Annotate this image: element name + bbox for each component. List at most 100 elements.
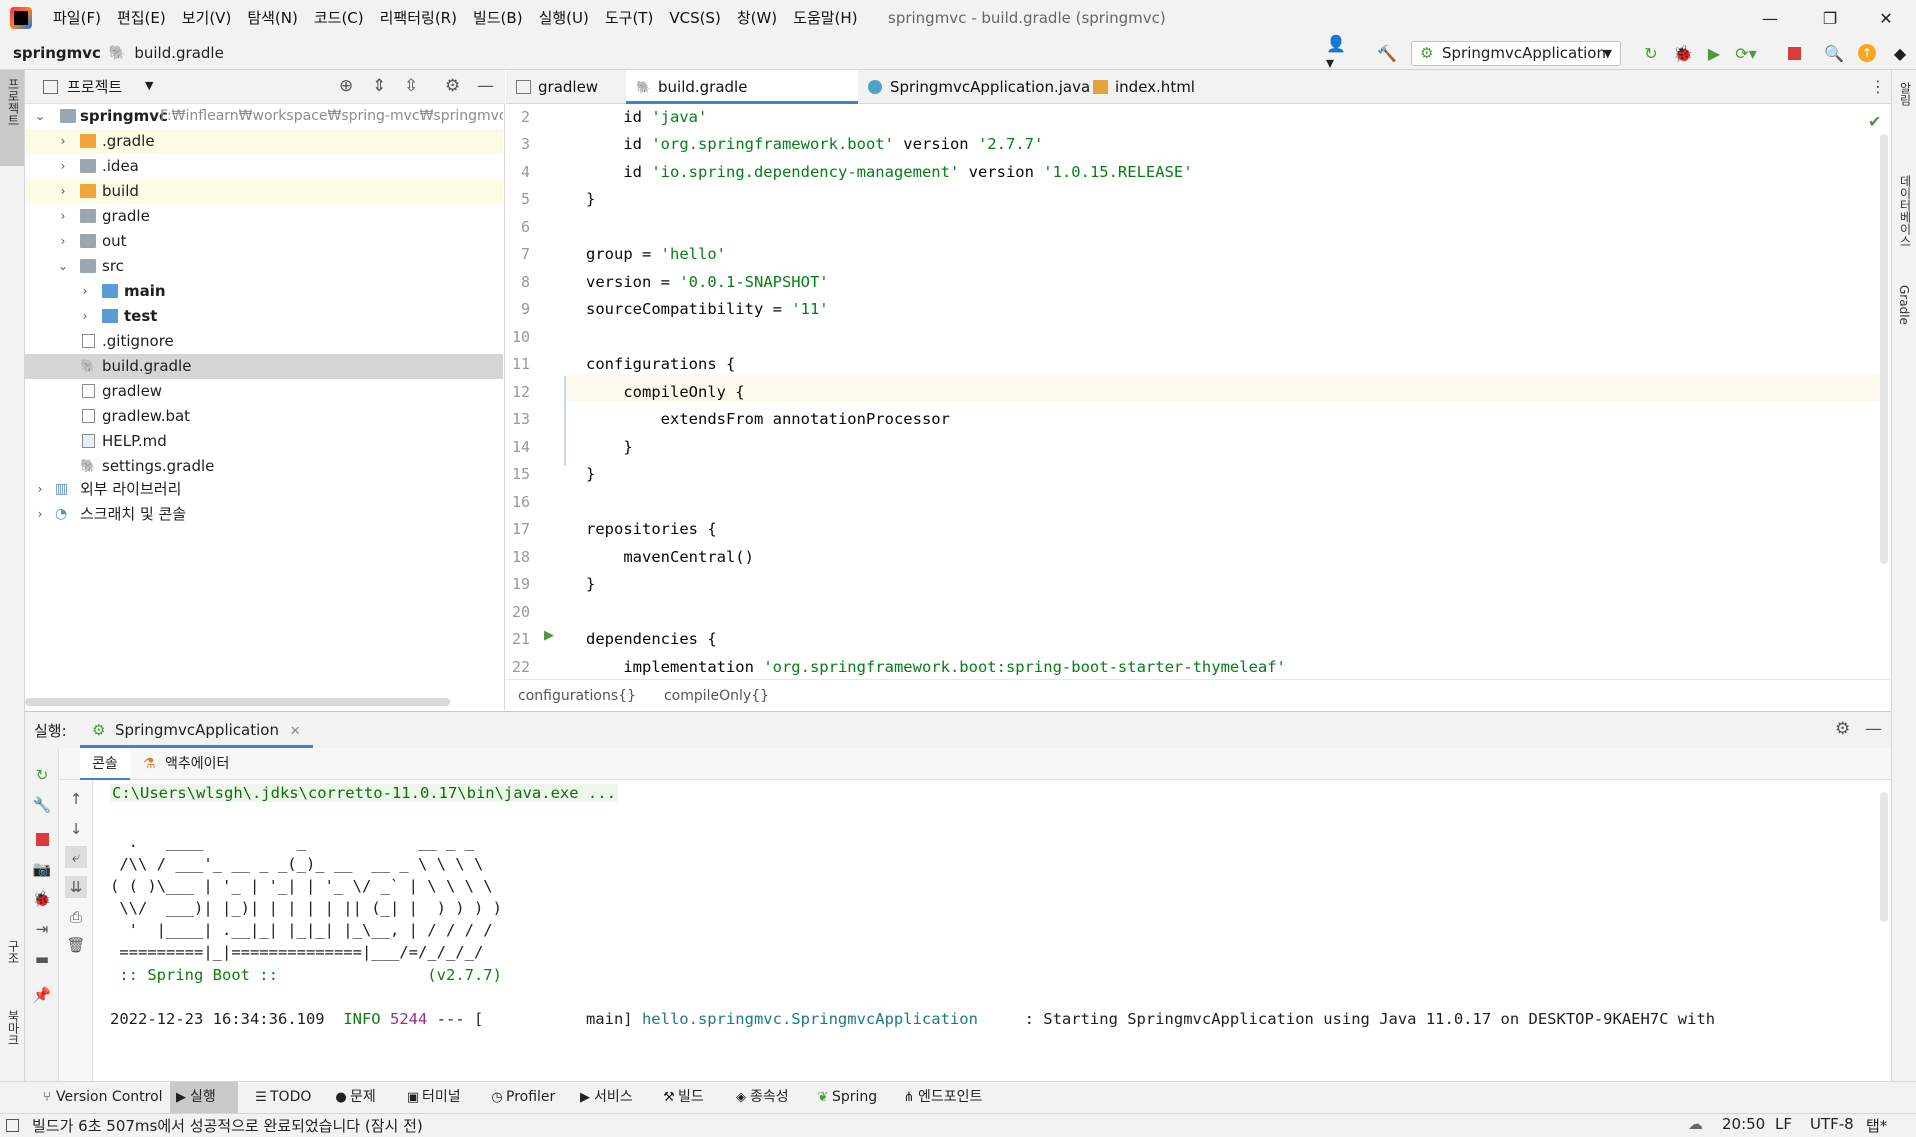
stop-icon[interactable] [1784,43,1804,63]
locate-icon[interactable]: ⊕ [339,76,353,96]
debug-icon[interactable]: 🐞 [31,888,53,910]
tab-menu-icon[interactable]: ⋮ [1870,77,1886,96]
tool-profiler[interactable]: ◷ Profiler [486,1082,555,1113]
menu-code[interactable]: 코드(C) [314,0,364,36]
search-icon[interactable]: 🔍 [1824,43,1844,63]
coverage-icon[interactable]: ▶ [1704,43,1724,63]
tool-services[interactable]: ▶ 서비스 [574,1082,633,1113]
tab-gradlew[interactable]: gradlew [506,70,626,104]
hide-panel-icon[interactable]: — [477,76,494,96]
breadcrumb-configurations[interactable]: configurations{} [518,688,636,704]
tool-spring[interactable]: ❦ Spring [812,1082,878,1113]
restore-button[interactable]: ❐ [1800,0,1860,36]
login-icon[interactable]: ⇥ [31,918,53,940]
gear-icon[interactable]: ⚙ [445,76,460,96]
database-stripe-label[interactable]: 데이터베이스 [1897,175,1914,247]
chevron-down-icon[interactable]: ⌄ [56,254,70,279]
menu-file[interactable]: 파일(F) [53,0,101,36]
tab-build-gradle[interactable]: 🐘 build.gradle (springmvc)✕ [626,70,858,130]
menu-vcs[interactable]: VCS(S) [669,0,720,36]
notifications-stripe-label[interactable]: 알림 [1897,82,1914,106]
caret-position[interactable]: 20:50 [1722,1115,1765,1133]
menu-navigate[interactable]: 탐색(N) [247,0,298,36]
expand-all-icon[interactable]: ⇕ [372,76,386,96]
check-icon[interactable]: ✔ [1868,112,1881,131]
collapse-all-icon[interactable]: ⇳ [404,76,418,96]
breadcrumb-file[interactable]: build.gradle [134,44,223,62]
structure-stripe-label[interactable]: 구조 [5,940,22,964]
rerun-icon[interactable]: ↻ [31,764,53,786]
layout-icon[interactable]: ▬ [31,948,53,970]
chevron-down-icon[interactable]: ⌄ [33,104,47,129]
tree-item-build-dir[interactable]: › build [25,179,503,204]
tree-item-settings-gradle[interactable]: 🐘 settings.gradle [25,454,503,479]
tool-build[interactable]: ⚒ 빌드 [658,1082,704,1113]
arrow-up-icon[interactable]: ↑ [65,788,87,810]
chevron-right-icon[interactable]: › [33,477,47,502]
chevron-right-icon[interactable]: › [78,279,92,304]
tree-item-scratches[interactable]: › ◔ 스크래치 및 콘솔 [25,502,503,527]
chevron-right-icon[interactable]: › [33,502,47,527]
chevron-down-icon[interactable]: ▼ [145,79,153,92]
tree-item-root[interactable]: ⌄ springmvc F:₩inflearn₩workspace₩spring… [25,104,503,129]
chevron-right-icon[interactable]: › [56,229,70,254]
trash-icon[interactable]: 🗑 [65,934,87,956]
line-separator[interactable]: LF [1775,1115,1792,1133]
project-panel-title[interactable]: 프로젝트 [67,70,122,104]
breadcrumb-compileonly[interactable]: compileOnly{} [664,688,769,704]
update-icon[interactable]: ↑ [1857,43,1877,63]
menu-build[interactable]: 빌드(B) [473,0,523,36]
menu-help[interactable]: 도움말(H) [793,0,857,36]
file-encoding[interactable]: UTF-8 [1810,1115,1854,1133]
user-icon[interactable]: 👤▾ [1326,34,1346,72]
status-window-icon[interactable] [6,1119,19,1132]
close-tab-icon[interactable]: ✕ [290,724,301,739]
horizontal-scrollbar[interactable] [25,698,450,706]
print-icon[interactable]: ⎙ [65,906,87,928]
menu-window[interactable]: 창(W) [737,0,777,36]
gear-icon[interactable]: ⚙ [1835,719,1850,739]
tool-problems[interactable]: ● 문제 [330,1082,375,1113]
tab-actuator[interactable]: ⚗ 액추에이터 [135,748,229,780]
chevron-right-icon[interactable]: › [56,154,70,179]
menu-view[interactable]: 보기(V) [182,0,232,36]
arrow-down-icon[interactable]: ↓ [65,818,87,840]
build-hammer-icon[interactable]: 🔨 [1377,43,1397,63]
tab-console[interactable]: 콘솔 [80,748,130,780]
close-window-button[interactable]: ✕ [1856,0,1916,36]
tool-todo[interactable]: ☰ TODO [250,1082,311,1113]
menu-tools[interactable]: 도구(T) [605,0,653,36]
tree-item-test[interactable]: › test [25,304,503,329]
camera-icon[interactable]: 📷 [31,858,53,880]
debug-icon[interactable]: 🐞 [1673,43,1693,63]
scroll-to-end-icon[interactable]: ⇊ [65,876,87,898]
tree-item-src[interactable]: ⌄ src [25,254,503,279]
menu-edit[interactable]: 편집(E) [117,0,166,36]
background-tasks-icon[interactable]: ☁ [1688,1115,1703,1133]
stop-icon[interactable] [31,828,53,850]
tree-item-gradle-dir[interactable]: › .gradle [25,129,503,154]
soft-wrap-icon[interactable]: ⤶ [65,846,87,868]
tool-version-control[interactable]: ⑂ Version Control [36,1082,162,1113]
menu-refactor[interactable]: 리팩터링(R) [380,0,457,36]
tab-run-config[interactable]: ⚙ SpringmvcApplication ✕ [80,712,313,748]
hide-panel-icon[interactable]: — [1865,719,1882,739]
tree-item-external-libraries[interactable]: › ▥ 외부 라이브러리 [25,477,503,502]
tree-item-idea[interactable]: › .idea [25,154,503,179]
pin-icon[interactable]: 📌 [31,984,53,1006]
vertical-scrollbar[interactable] [1880,134,1888,564]
tree-item-out[interactable]: › out [25,229,503,254]
rerun-icon[interactable]: ↻ [1641,43,1661,63]
tool-terminal[interactable]: ▣ 터미널 [402,1082,461,1113]
status-message[interactable]: 빌드가 6초 507ms에서 성공적으로 완료되었습니다 (잠시 전) [32,1115,423,1136]
console-output[interactable]: C:\Users\wlsgh\.jdks\corretto-11.0.17\bi… [110,780,1870,1082]
chevron-right-icon[interactable]: › [78,304,92,329]
console-scrollbar[interactable] [1880,792,1888,922]
project-stripe-button[interactable]: 프로젝트 [0,70,24,166]
run-gutter-icon[interactable]: ▶ [544,628,554,643]
tab-index-html[interactable]: index.html [1083,70,1213,104]
profile-icon[interactable]: ⟳▾ [1735,43,1756,63]
indent-setting[interactable]: 탭* [1866,1115,1887,1136]
gradle-stripe-label[interactable]: Gradle [1897,285,1911,325]
tool-dependencies[interactable]: ◈ 종속성 [730,1082,789,1113]
